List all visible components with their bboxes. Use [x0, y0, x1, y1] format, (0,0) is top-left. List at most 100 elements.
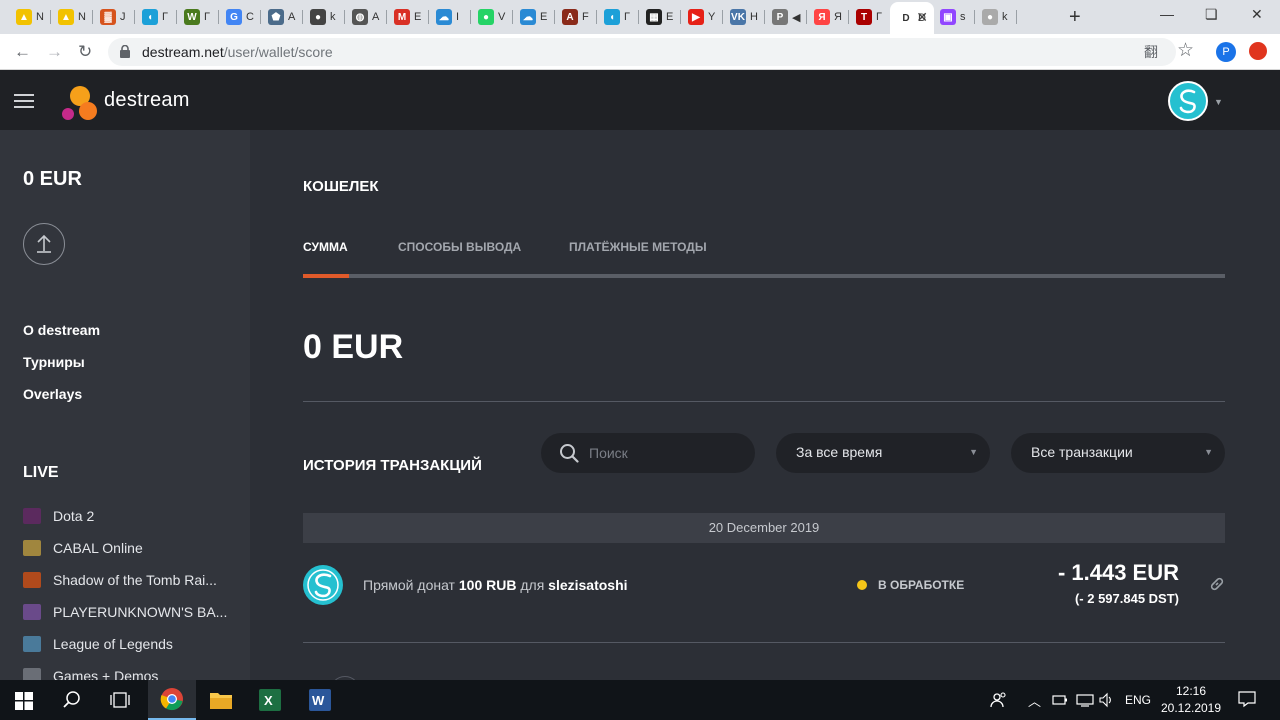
user-menu-caret-icon[interactable]: ▼	[1214, 97, 1223, 107]
tab-favicon-icon: VK	[730, 9, 746, 25]
search-icon[interactable]	[62, 690, 82, 710]
address-bar[interactable]: destream.net/user/wallet/score 翻	[108, 38, 1176, 66]
withdraw-button[interactable]	[23, 223, 65, 265]
translate-icon[interactable]: 翻	[1144, 42, 1158, 62]
taskbar-excel[interactable]: X	[246, 680, 294, 720]
game-name: League of Legends	[53, 636, 173, 652]
windows-start-icon[interactable]	[15, 692, 33, 710]
close-window-button[interactable]: ✕	[1251, 6, 1263, 23]
browser-tab[interactable]: ◖ Г	[134, 4, 177, 30]
transaction-history-title: ИСТОРИЯ ТРАНЗАКЦИЙ	[303, 457, 482, 474]
back-button[interactable]: ←	[14, 42, 31, 62]
tab-withdrawal-methods[interactable]: СПОСОБЫ ВЫВОДА	[398, 240, 521, 254]
tx-middle: для	[520, 577, 545, 593]
search-input[interactable]	[589, 443, 739, 463]
sidebar-link-overlays[interactable]: Overlays	[23, 386, 82, 402]
tab-favicon-icon: ▦	[646, 9, 662, 25]
browser-tab[interactable]: VK H	[722, 4, 765, 30]
notifications-icon[interactable]	[1238, 690, 1256, 708]
profile-avatar[interactable]: P	[1216, 42, 1236, 62]
task-view-icon[interactable]	[110, 690, 130, 710]
transaction-type-select[interactable]: Все транзакции ▼	[1011, 433, 1225, 473]
live-game-item[interactable]: Shadow of the Tomb Rai...	[23, 571, 217, 589]
browser-tab[interactable]: WГ	[176, 4, 219, 30]
tab-title: Г	[204, 11, 210, 23]
period-select[interactable]: За все время ▼	[776, 433, 990, 473]
tab-title: C	[246, 11, 254, 23]
search-box[interactable]	[541, 433, 755, 473]
chevron-down-icon: ▼	[1204, 447, 1213, 457]
browser-tab[interactable]: ◖ Г	[596, 4, 639, 30]
browser-tab[interactable]: TГ	[848, 4, 891, 30]
browser-tab[interactable]: ▲ N	[50, 4, 93, 30]
clock-date: 20.12.2019	[1160, 701, 1222, 715]
browser-tab[interactable]: ▦ E	[638, 4, 681, 30]
tab-favicon-icon: ⬟	[268, 9, 284, 25]
browser-tab[interactable]: GC	[218, 4, 261, 30]
volume-icon[interactable]	[1098, 692, 1114, 708]
browser-tab[interactable]: ▣ s	[932, 4, 975, 30]
sidebar-link-tournaments[interactable]: Турниры	[23, 354, 85, 370]
live-game-item[interactable]: League of Legends	[23, 635, 173, 653]
browser-tab[interactable]: ● k	[302, 4, 345, 30]
tab-amount[interactable]: СУММА	[303, 240, 348, 254]
network-icon[interactable]	[1076, 693, 1094, 707]
show-hidden-icons-chevron-icon[interactable]: ︿	[1028, 691, 1041, 710]
browser-tab[interactable]: ● V	[470, 4, 513, 30]
link-icon[interactable]	[1208, 575, 1226, 593]
browser-tab[interactable]: ◍ A	[344, 4, 387, 30]
taskbar-file-explorer[interactable]	[197, 680, 245, 720]
game-name: CABAL Online	[53, 540, 143, 556]
browser-tab[interactable]: ● k	[974, 4, 1017, 30]
tab-title: Г	[162, 11, 168, 23]
close-tab-icon[interactable]: ✕	[916, 9, 928, 26]
tab-favicon-icon: ◖	[142, 9, 158, 25]
tab-title: I	[456, 11, 460, 23]
live-game-item[interactable]: Dota 2	[23, 507, 94, 525]
tab-title: V	[498, 11, 506, 23]
game-thumbnail-icon	[23, 572, 41, 588]
user-avatar[interactable]	[1168, 81, 1208, 121]
tab-payment-methods[interactable]: ПЛАТЁЖНЫЕ МЕТОДЫ	[569, 240, 707, 254]
svg-text:X: X	[264, 693, 273, 708]
tab-title: A	[372, 11, 380, 23]
browser-tab[interactable]: ME	[386, 4, 429, 30]
browser-tab[interactable]: ▲ N	[8, 4, 51, 30]
restore-button[interactable]: ❏	[1205, 6, 1218, 23]
bookmark-star-icon[interactable]: ☆	[1177, 39, 1194, 62]
url-host: destream.net	[142, 44, 224, 60]
taskbar-chrome[interactable]	[148, 680, 196, 720]
browser-tab[interactable]: AF	[554, 4, 597, 30]
browser-tab[interactable]: ▓ J	[92, 4, 135, 30]
tab-favicon-icon: ◍	[352, 9, 368, 25]
battery-icon[interactable]	[1052, 693, 1068, 707]
live-game-item[interactable]: CABAL Online	[23, 539, 143, 557]
new-tab-button[interactable]: +	[1069, 6, 1081, 29]
divider	[303, 642, 1225, 643]
browser-tab[interactable]: ☁ E	[512, 4, 555, 30]
tab-favicon-icon: ◖	[604, 9, 620, 25]
reload-button[interactable]: ↻	[78, 42, 92, 62]
people-icon[interactable]	[990, 691, 1008, 709]
browser-tab[interactable]: ⬟ A	[260, 4, 303, 30]
tab-favicon-icon: D	[898, 10, 914, 26]
tx-recipient[interactable]: slezisatoshi	[548, 577, 627, 593]
language-indicator[interactable]: ENG	[1125, 693, 1151, 707]
minimize-button[interactable]: —	[1160, 6, 1174, 22]
extension-icon[interactable]	[1249, 42, 1267, 60]
tx-prefix: Прямой донат	[363, 577, 455, 593]
sidebar-link-about[interactable]: O destream	[23, 322, 100, 338]
status-dot-icon	[857, 580, 867, 590]
game-thumbnail-icon	[23, 636, 41, 652]
forward-button[interactable]: →	[46, 42, 63, 62]
browser-tab[interactable]: P ◀	[764, 4, 807, 30]
browser-tab[interactable]: ЯЯ	[806, 4, 849, 30]
system-clock[interactable]: 12:16 20.12.2019	[1160, 683, 1222, 717]
browser-tab[interactable]: ☁ I	[428, 4, 471, 30]
game-name: Dota 2	[53, 508, 95, 524]
menu-icon[interactable]	[14, 94, 34, 108]
live-game-item[interactable]: PLAYERUNKNOWN'S BA...	[23, 603, 227, 621]
browser-tab[interactable]: ▶ Y	[680, 4, 723, 30]
taskbar-word[interactable]: W	[296, 680, 344, 720]
browser-tab[interactable]: D D ✕	[890, 2, 934, 34]
